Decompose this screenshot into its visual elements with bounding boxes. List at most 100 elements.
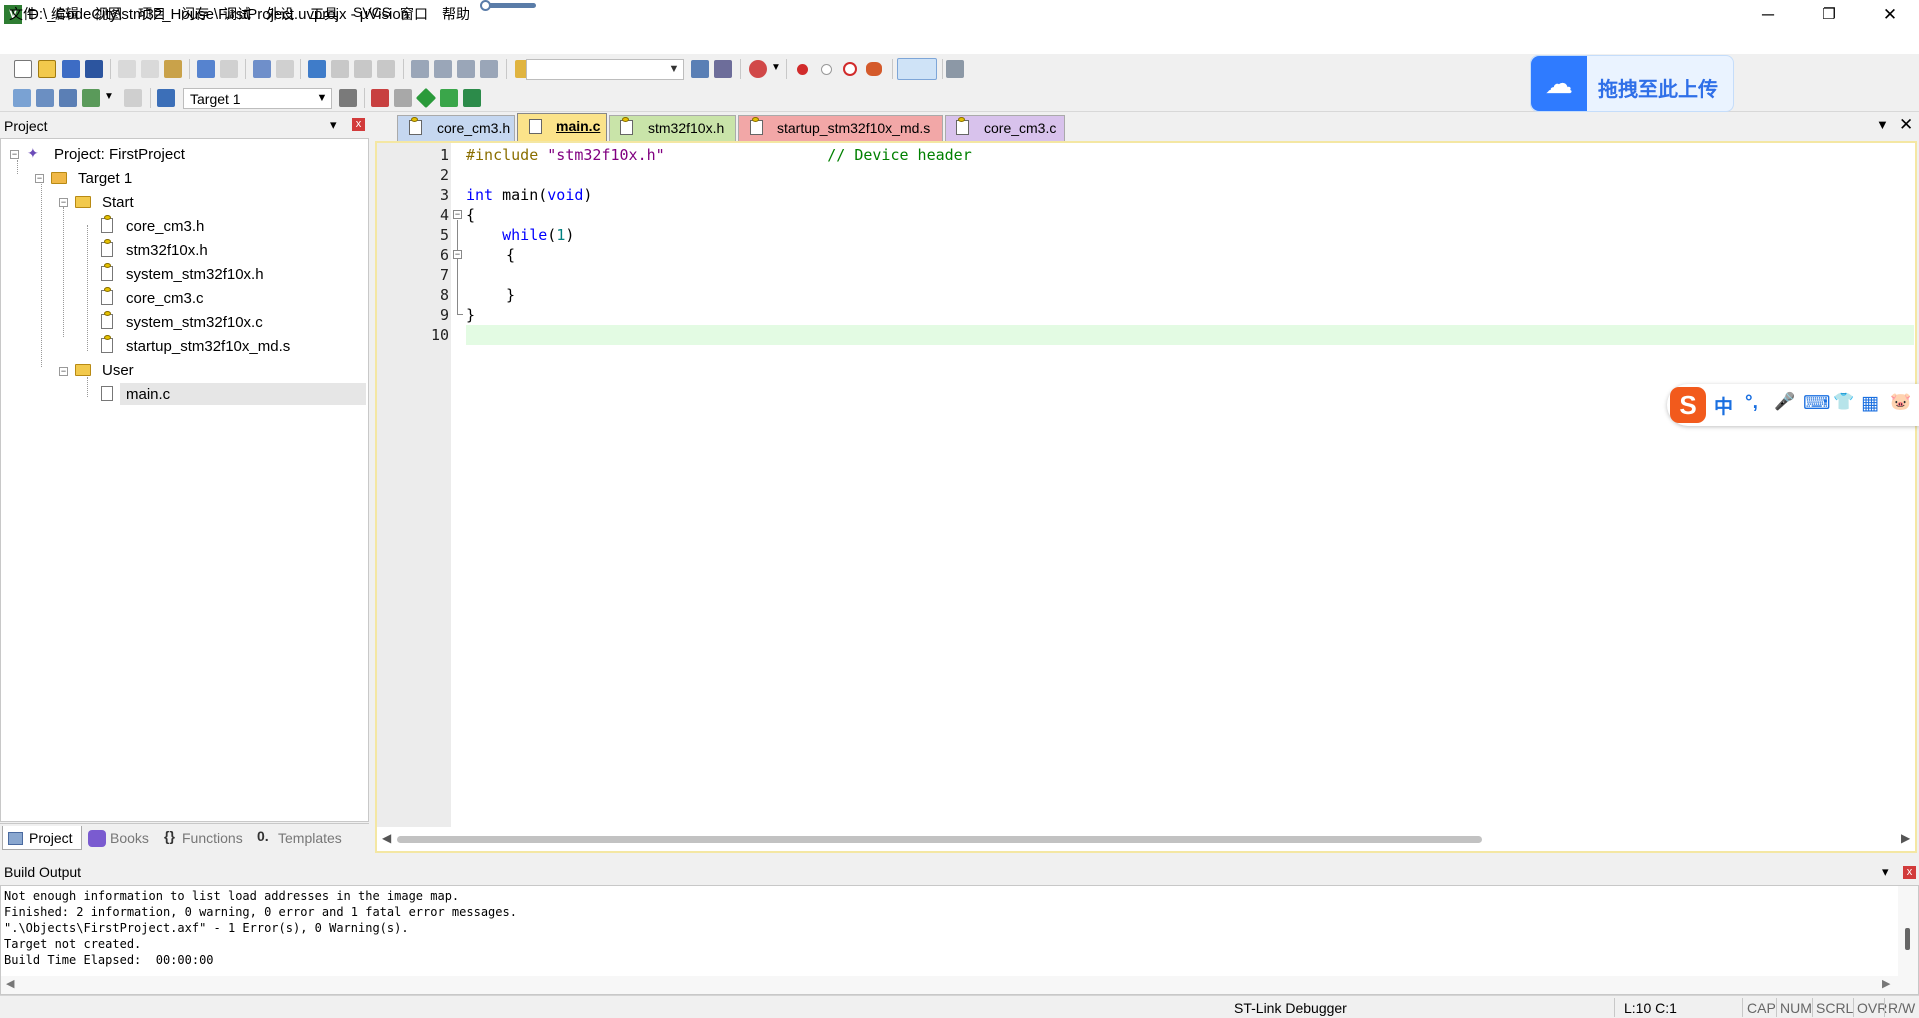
tree-file[interactable]: system_stm32f10x.c xyxy=(126,314,263,331)
code-editor[interactable] xyxy=(375,141,1917,853)
cut-icon[interactable] xyxy=(118,60,136,78)
open-file-icon[interactable] xyxy=(38,60,56,78)
chevron-down-icon[interactable]: ▼ xyxy=(313,89,331,108)
chevron-down-icon[interactable]: ▼ xyxy=(665,60,683,79)
menu-project[interactable]: 项目 xyxy=(138,4,166,24)
close-icon[interactable]: x xyxy=(352,118,365,131)
navigate-back-icon[interactable] xyxy=(253,60,271,78)
translate-icon[interactable] xyxy=(13,89,31,107)
clear-bookmarks-icon[interactable] xyxy=(377,60,395,78)
close-icon[interactable]: x xyxy=(1903,866,1916,879)
scroll-right-icon[interactable]: ▶ xyxy=(1882,977,1890,990)
skin-icon[interactable]: 👕 xyxy=(1833,392,1854,412)
indent-icon[interactable] xyxy=(411,60,429,78)
keyboard-icon[interactable]: ⌨ xyxy=(1803,392,1830,415)
tree-file[interactable]: startup_stm32f10x_md.s xyxy=(126,338,290,355)
window-layout-icon[interactable] xyxy=(897,58,937,80)
save-all-icon[interactable] xyxy=(85,60,103,78)
rebuild-icon[interactable] xyxy=(59,89,77,107)
disable-breakpoint-icon[interactable] xyxy=(821,64,832,75)
menu-window[interactable]: 窗口 xyxy=(400,4,428,24)
kill-all-breakpoints-icon[interactable] xyxy=(866,62,882,76)
menu-flash[interactable]: 闪存 xyxy=(181,4,209,24)
build-scroll-thumb[interactable] xyxy=(1905,928,1910,950)
build-horizontal-scrollbar[interactable] xyxy=(1,976,1918,994)
tree-group-start[interactable]: Start xyxy=(102,194,134,211)
mascot-icon[interactable]: 🐷 xyxy=(1890,392,1911,412)
tree-target[interactable]: Target 1 xyxy=(78,170,132,187)
ime-punctuation-toggle[interactable]: °, xyxy=(1745,392,1758,414)
stop-build-icon[interactable] xyxy=(124,89,142,107)
ime-language-toggle[interactable]: 中 xyxy=(1714,392,1733,419)
disable-all-breakpoints-icon[interactable] xyxy=(843,62,857,76)
paste-icon[interactable] xyxy=(164,60,182,78)
menu-view[interactable]: 视图 xyxy=(94,4,122,24)
scroll-left-icon[interactable]: ◀ xyxy=(382,831,391,845)
menu-svcs[interactable]: SVCS xyxy=(353,4,391,20)
collapse-icon[interactable]: − xyxy=(10,150,19,159)
scroll-left-icon[interactable]: ◀ xyxy=(6,977,14,990)
chevron-down-icon[interactable]: ▼ xyxy=(104,91,114,102)
fold-icon[interactable]: − xyxy=(453,250,462,259)
debug-session-icon[interactable] xyxy=(749,60,767,78)
microphone-icon[interactable]: 🎤 xyxy=(1774,392,1795,412)
minimize-button[interactable]: ─ xyxy=(1739,0,1797,29)
redo-icon[interactable] xyxy=(220,60,238,78)
sogou-logo-icon[interactable]: S xyxy=(1670,387,1706,423)
navigate-forward-icon[interactable] xyxy=(276,60,294,78)
configure-icon[interactable] xyxy=(946,60,964,78)
close-icon[interactable]: ✕ xyxy=(1899,115,1913,135)
menu-tools[interactable]: 工具 xyxy=(310,4,338,24)
batch-build-icon[interactable] xyxy=(82,89,100,107)
restore-button[interactable]: ❐ xyxy=(1800,0,1858,29)
uncomment-icon[interactable] xyxy=(480,60,498,78)
chevron-down-icon[interactable]: ▼ xyxy=(771,62,781,73)
tree-project-root[interactable]: Project: FirstProject xyxy=(54,146,185,163)
tree-file[interactable]: stm32f10x.h xyxy=(126,242,208,259)
find-combo[interactable] xyxy=(526,59,684,80)
menu-file[interactable]: 文件 xyxy=(9,4,37,24)
tree-file[interactable]: main.c xyxy=(126,386,170,403)
manage-rte-icon[interactable] xyxy=(440,89,458,107)
pin-icon[interactable]: ▾ xyxy=(1882,864,1889,880)
menu-help[interactable]: 帮助 xyxy=(442,4,470,24)
tree-group-user[interactable]: User xyxy=(102,362,134,379)
build-icon[interactable] xyxy=(36,89,54,107)
select-software-packs-icon[interactable] xyxy=(394,89,412,107)
pin-icon[interactable]: ▾ xyxy=(330,117,337,133)
collapse-icon[interactable]: − xyxy=(59,367,68,376)
menu-peripherals[interactable]: 外设 xyxy=(266,4,294,24)
tab-templates[interactable]: Templates xyxy=(254,826,354,850)
manage-project-items-icon[interactable] xyxy=(371,89,389,107)
event-recorder-icon[interactable] xyxy=(463,89,481,107)
next-bookmark-icon[interactable] xyxy=(354,60,372,78)
unindent-icon[interactable] xyxy=(434,60,452,78)
find-icon[interactable] xyxy=(691,60,709,78)
apps-grid-icon[interactable]: ▦ xyxy=(1861,392,1879,415)
chevron-down-icon[interactable]: ▼ xyxy=(1876,117,1889,132)
menu-debug[interactable]: 调试 xyxy=(223,4,251,24)
bookmark-icon[interactable] xyxy=(308,60,326,78)
target-options-icon[interactable] xyxy=(339,89,357,107)
collapse-icon[interactable]: − xyxy=(35,174,44,183)
menu-edit[interactable]: 编辑 xyxy=(51,4,79,24)
save-icon[interactable] xyxy=(62,60,80,78)
comment-icon[interactable] xyxy=(457,60,475,78)
breakpoint-icon[interactable] xyxy=(797,64,808,75)
fold-icon[interactable]: − xyxy=(453,210,462,219)
copy-icon[interactable] xyxy=(141,60,159,78)
collapse-icon[interactable]: − xyxy=(59,198,68,207)
tree-file[interactable]: core_cm3.h xyxy=(126,218,204,235)
close-window-button[interactable]: ✕ xyxy=(1861,0,1919,29)
editor-scroll-thumb[interactable] xyxy=(397,836,1482,843)
tree-file[interactable]: core_cm3.c xyxy=(126,290,204,307)
download-icon[interactable] xyxy=(157,89,175,107)
tree-file[interactable]: system_stm32f10x.h xyxy=(126,266,264,283)
undo-icon[interactable] xyxy=(197,60,215,78)
prev-bookmark-icon[interactable] xyxy=(331,60,349,78)
new-file-icon[interactable] xyxy=(14,60,32,78)
scroll-right-icon[interactable]: ▶ xyxy=(1901,831,1910,845)
tab-startup-s[interactable]: startup_stm32f10x_md.s xyxy=(738,115,943,141)
title-slider-knob[interactable] xyxy=(480,0,491,11)
incremental-find-icon[interactable] xyxy=(714,60,732,78)
